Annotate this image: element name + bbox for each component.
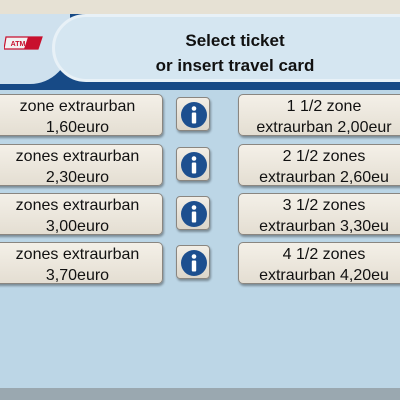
ticket-button-4-zones[interactable]: zones extraurban 3,70euro [0, 242, 163, 284]
ticket-label-line1: zone extraurban [19, 98, 136, 115]
ticket-label-line1: 2 1/2 zones [282, 148, 366, 165]
ticket-button-2-zones[interactable]: zones extraurban 2,30euro [0, 144, 163, 186]
ticket-button-2-half-zones[interactable]: 2 1/2 zones extraurban 2,60eu [238, 144, 400, 186]
ticket-label-line2: extraurban 2,00eur [256, 119, 392, 136]
screen-bezel-bottom [0, 388, 400, 400]
screen-bezel-top [0, 0, 400, 14]
ticket-button-3-half-zones[interactable]: 3 1/2 zones extraurban 3,30eu [238, 193, 400, 235]
info-button-row-4[interactable] [176, 245, 210, 279]
ticket-label-line2: 2,30euro [45, 169, 110, 186]
ticket-label-line2: 1,60euro [45, 119, 110, 136]
atm-logo-text: ATM [11, 41, 26, 48]
ticket-label-line2: extraurban 4,20eu [259, 267, 389, 284]
ticket-label-line1: 4 1/2 zones [282, 246, 366, 263]
ticket-button-1-half-zone[interactable]: 1 1/2 zone extraurban 2,00eur [238, 94, 400, 136]
ticket-label-line2: 3,00euro [45, 218, 110, 235]
ticket-button-1-zone[interactable]: zone extraurban 1,60euro [0, 94, 163, 136]
ticket-button-3-zones[interactable]: zones extraurban 3,00euro [0, 193, 163, 235]
ticket-label-line1: zones extraurban [15, 148, 140, 165]
title-line-2: or insert travel card [155, 56, 315, 75]
atm-logo: ATM [4, 36, 43, 50]
info-icon [181, 152, 207, 178]
ticket-label-line1: 1 1/2 zone [286, 98, 362, 115]
ticket-label-line2: 3,70euro [45, 267, 110, 284]
info-button-row-1[interactable] [176, 97, 210, 131]
info-icon [181, 102, 207, 128]
info-button-row-2[interactable] [176, 147, 210, 181]
ticket-label-line2: extraurban 3,30eu [259, 218, 389, 235]
info-button-row-3[interactable] [176, 196, 210, 230]
ticket-label-line2: extraurban 2,60eu [259, 169, 389, 186]
title-panel: Select ticket or insert travel card [52, 14, 400, 82]
ticket-button-4-half-zones[interactable]: 4 1/2 zones extraurban 4,20eu [238, 242, 400, 284]
info-icon [181, 201, 207, 227]
ticket-label-line1: 3 1/2 zones [282, 197, 366, 214]
ticket-label-line1: zones extraurban [15, 197, 140, 214]
title-line-1: Select ticket [185, 31, 285, 50]
ticket-label-line1: zones extraurban [15, 246, 140, 263]
info-icon [181, 250, 207, 276]
